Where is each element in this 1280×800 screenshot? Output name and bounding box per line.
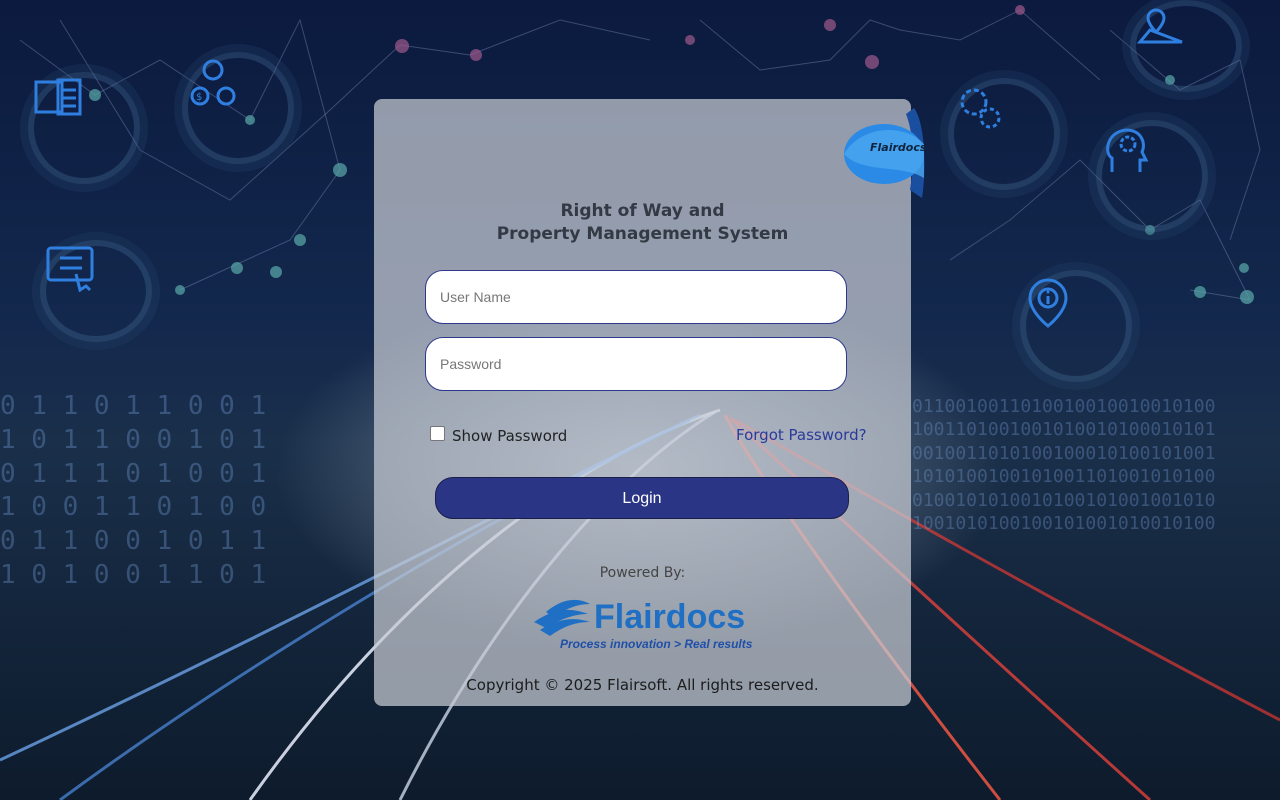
logo-tagline: Process innovation > Real results. xyxy=(560,637,752,651)
flairdocs-ribbon-logo: Flairdocs xyxy=(842,104,928,200)
page-title: Right of Way and Property Management Sys… xyxy=(374,200,911,246)
money-people-icon: $ xyxy=(182,52,294,164)
report-icon xyxy=(28,72,140,184)
map-pin-icon xyxy=(1130,0,1242,92)
checklist-touch-icon xyxy=(40,240,152,342)
copyright-text: Copyright © 2025 Flairsoft. All rights r… xyxy=(466,676,819,694)
svg-text:$: $ xyxy=(196,92,202,103)
logo-wordmark: Flairdocs xyxy=(594,598,745,636)
info-location-icon xyxy=(1020,270,1132,382)
flairdocs-brand-logo: Flairdocs Process innovation > Real resu… xyxy=(532,592,756,654)
show-password-label[interactable]: Show Password xyxy=(452,427,567,445)
forgot-password-link[interactable]: Forgot Password? xyxy=(736,426,867,444)
username-input[interactable] xyxy=(425,270,847,324)
flairdocs-wave-icon xyxy=(534,599,590,636)
title-line-2: Property Management System xyxy=(496,224,789,244)
ribbon-text: Flairdocs xyxy=(870,141,927,154)
gear-binary-icon xyxy=(948,78,1060,190)
binary-pattern-left: 0 1 1 0 1 1 0 0 1 1 0 1 1 0 0 1 0 1 0 1 … xyxy=(0,391,267,590)
powered-by-label: Powered By: xyxy=(599,565,686,581)
head-gear-icon xyxy=(1096,120,1208,232)
show-password-checkbox[interactable] xyxy=(430,425,445,441)
password-input[interactable] xyxy=(425,337,847,391)
show-password-row[interactable]: Show Password xyxy=(430,425,567,445)
binary-pattern-right: 0110010011010010010010010100 10011010010… xyxy=(912,396,1216,534)
login-button[interactable]: Login xyxy=(435,477,849,519)
title-line-1: Right of Way and xyxy=(560,201,725,221)
